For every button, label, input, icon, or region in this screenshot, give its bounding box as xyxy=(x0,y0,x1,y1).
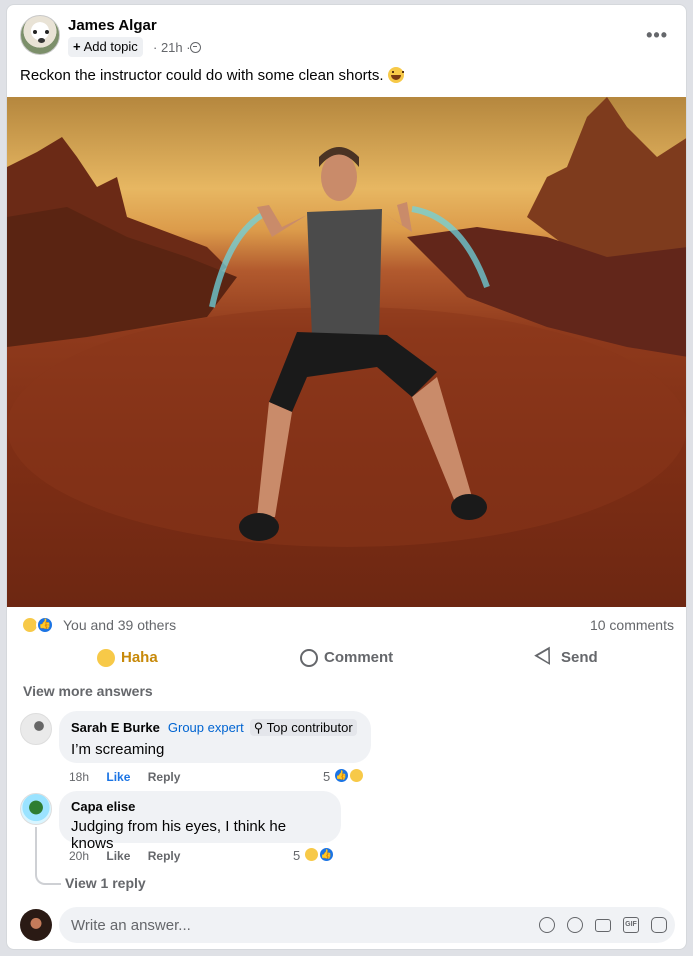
figure-arm-left xyxy=(257,205,307,237)
add-topic-label: Add topic xyxy=(83,39,138,54)
comment-button[interactable]: Comment xyxy=(300,647,393,669)
answer-input[interactable] xyxy=(59,907,519,943)
reply-button[interactable]: Reply xyxy=(148,770,181,784)
post-text: Reckon the instructor could do with some… xyxy=(20,67,404,84)
comments-count[interactable]: 10 comments xyxy=(590,617,674,633)
commenter-avatar[interactable] xyxy=(20,713,52,745)
haha-icon xyxy=(97,649,115,668)
avatar-eye xyxy=(33,30,37,34)
grinning-emoji-icon xyxy=(387,67,404,83)
group-expert-badge: Group expert xyxy=(167,720,244,735)
comment-reaction-count[interactable]: 5 xyxy=(323,769,330,784)
haha-button[interactable]: Haha xyxy=(97,647,158,669)
send-icon xyxy=(534,646,558,670)
reactions-summary[interactable]: You and 39 others xyxy=(63,617,176,633)
commenter-name[interactable]: Sarah E Burke xyxy=(71,720,160,735)
like-reaction-icon: 👍 xyxy=(318,846,335,863)
haha-label: Haha xyxy=(121,649,158,666)
current-user-avatar[interactable] xyxy=(20,909,52,941)
camera-icon[interactable] xyxy=(595,919,611,932)
plus-icon: + xyxy=(73,39,81,54)
comment-icon xyxy=(300,649,318,668)
globe-icon xyxy=(190,42,201,53)
figure-arm-right xyxy=(382,202,412,232)
image-scene xyxy=(7,97,686,547)
avatar-eye xyxy=(45,30,49,34)
commenter-avatar[interactable] xyxy=(20,793,52,825)
comment-text: Judging from his eyes, I think he knows xyxy=(71,818,287,852)
figure-tank-top xyxy=(307,209,382,337)
view-more-answers-link[interactable]: View more answers xyxy=(23,683,153,699)
comment-meta: 20h Like Reply xyxy=(69,849,194,863)
comment-text: I’m screaming xyxy=(71,741,165,758)
haha-reaction-icon xyxy=(348,767,365,784)
answer-composer: GIF xyxy=(59,907,675,943)
comment-time[interactable]: 20h xyxy=(69,849,89,863)
top-contributor-badge: ⚲ Top contributor xyxy=(249,719,357,736)
reply-button[interactable]: Reply xyxy=(148,849,181,863)
like-comment-button[interactable]: Like xyxy=(106,770,130,784)
post-image[interactable] xyxy=(7,97,686,607)
send-label: Send xyxy=(561,649,598,666)
comment-meta: 18h Like Reply xyxy=(69,770,194,784)
avatar-sticker-icon[interactable] xyxy=(539,917,555,933)
comment-bubble: Capa elise Judging from his eyes, I thin… xyxy=(59,791,341,852)
figure-shoe-right xyxy=(451,494,487,520)
add-topic-button[interactable]: + Add topic xyxy=(68,37,143,57)
commenter-name[interactable]: Capa elise xyxy=(71,799,329,814)
action-bar: Haha Comment Send xyxy=(7,641,686,675)
like-comment-button[interactable]: Like xyxy=(106,849,130,863)
send-button[interactable]: Send xyxy=(534,646,598,670)
more-options-icon[interactable]: ••• xyxy=(646,25,668,46)
post-time[interactable]: · 21h · xyxy=(153,40,191,55)
gif-icon[interactable]: GIF xyxy=(623,917,639,933)
sticker-icon[interactable] xyxy=(651,917,667,933)
like-reaction-icon: 👍 xyxy=(36,616,54,634)
comment-time[interactable]: 18h xyxy=(69,770,89,784)
avatar-nose xyxy=(38,38,45,43)
reaction-icons[interactable]: 👍 xyxy=(21,615,59,635)
figure-head xyxy=(321,153,357,201)
emoji-icon[interactable] xyxy=(567,917,583,933)
post-text-content: Reckon the instructor could do with some… xyxy=(20,67,384,84)
author-name[interactable]: James Algar xyxy=(68,17,157,34)
view-reply-link[interactable]: View 1 reply xyxy=(65,875,146,891)
figure-shoe-left xyxy=(239,513,279,541)
comment-label: Comment xyxy=(324,649,394,666)
top-contributor-label: Top contributor xyxy=(266,720,353,735)
author-avatar[interactable] xyxy=(20,15,60,55)
thread-line xyxy=(35,827,61,885)
comment-reaction-count[interactable]: 5 xyxy=(293,848,300,863)
post-card: James Algar + Add topic · 21h · ••• Recko… xyxy=(6,4,687,950)
comment-bubble: Sarah E Burke Group expert ⚲ Top contribut… xyxy=(59,711,371,763)
badge-icon: ⚲ xyxy=(253,720,267,735)
